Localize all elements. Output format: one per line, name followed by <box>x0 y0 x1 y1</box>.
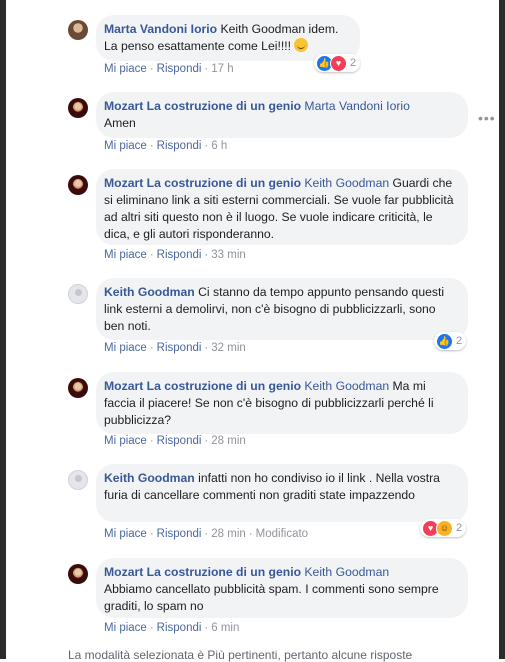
like-link[interactable]: Mi piace <box>104 140 147 152</box>
comment-actions: Mi piace · Rispondi · 33 min <box>104 249 246 261</box>
reply-link[interactable]: Rispondi <box>157 249 202 261</box>
mention-tag[interactable]: Keith Goodman <box>301 565 389 579</box>
comment-text: Abbiamo cancellato pubblicità spam. I co… <box>104 582 439 613</box>
comment-author[interactable]: Mozart La costruzione di un genio <box>104 99 301 113</box>
comment-actions: Mi piace · Rispondi · 32 min <box>104 342 246 354</box>
reply-link[interactable]: Rispondi <box>157 435 202 447</box>
comment-actions: Mi piace · Rispondi · 6 min <box>104 622 240 634</box>
avatar[interactable] <box>68 175 88 195</box>
comment-author[interactable]: Mozart La costruzione di un genio <box>104 565 301 579</box>
reactions-count: 2 <box>350 57 357 69</box>
like-link[interactable]: Mi piace <box>104 622 147 634</box>
comment-author[interactable]: Marta Vandoni Iorio <box>104 22 217 36</box>
edited-label[interactable]: Modificato <box>256 528 308 540</box>
comment-bubble: Keith Goodman infatti non ho condiviso i… <box>96 464 468 522</box>
timestamp[interactable]: 17 h <box>211 63 233 75</box>
comment-actions: Mi piace · Rispondi · 28 min · Modificato <box>104 528 309 540</box>
timestamp[interactable]: 6 h <box>211 140 227 152</box>
comment-author[interactable]: Mozart La costruzione di un genio <box>104 379 301 393</box>
reply-link[interactable]: Rispondi <box>157 622 202 634</box>
like-link[interactable]: Mi piace <box>104 435 147 447</box>
reactions-count: 2 <box>456 522 463 534</box>
comment-bubble: Mozart La costruzione di un genio Keith … <box>96 372 468 434</box>
mention-tag[interactable]: Keith Goodman <box>301 176 389 190</box>
reactions-badge[interactable]: 👍 2 <box>434 332 467 350</box>
timestamp[interactable]: 6 min <box>211 622 239 634</box>
reply-link[interactable]: Rispondi <box>157 140 202 152</box>
comment-author[interactable]: Keith Goodman <box>104 471 195 485</box>
avatar[interactable] <box>68 284 88 304</box>
comment-bubble: Mozart La costruzione di un genio Keith … <box>96 169 468 245</box>
reactions-badge[interactable]: ♥ ☺ 2 <box>420 519 467 537</box>
timestamp[interactable]: 28 min <box>211 435 246 447</box>
comment-bubble: Mozart La costruzione di un genio Keith … <box>96 558 468 618</box>
mention-tag[interactable]: Keith Goodman <box>301 379 389 393</box>
timestamp[interactable]: 28 min <box>211 528 246 540</box>
avatar[interactable] <box>68 470 88 490</box>
comment-author[interactable]: Mozart La costruzione di un genio <box>104 176 301 190</box>
reply-link[interactable]: Rispondi <box>157 63 202 75</box>
reply-link[interactable]: Rispondi <box>157 342 202 354</box>
like-link[interactable]: Mi piace <box>104 528 147 540</box>
more-options-icon[interactable]: ••• <box>478 110 496 126</box>
timestamp[interactable]: 32 min <box>211 342 246 354</box>
like-icon: 👍 <box>436 332 453 350</box>
avatar[interactable] <box>68 98 88 118</box>
window-edge-left <box>0 0 6 659</box>
like-link[interactable]: Mi piace <box>104 342 147 354</box>
comment-bubble: Keith Goodman Ci stanno da tempo appunto… <box>96 278 468 340</box>
comment-text: Amen <box>104 116 136 130</box>
like-link[interactable]: Mi piace <box>104 249 147 261</box>
timestamp[interactable]: 33 min <box>211 249 246 261</box>
love-icon: ♥ <box>330 54 347 72</box>
comment-actions: Mi piace · Rispondi · 17 h <box>104 63 234 75</box>
mention-tag[interactable]: Marta Vandoni Iorio <box>301 99 409 113</box>
smile-emoji-icon <box>294 38 309 52</box>
comment-bubble: Mozart La costruzione di un genio Marta … <box>96 92 468 138</box>
comment-actions: Mi piace · Rispondi · 6 h <box>104 140 228 152</box>
window-edge-right <box>499 0 505 659</box>
avatar[interactable] <box>68 378 88 398</box>
comment-author[interactable]: Keith Goodman <box>104 285 195 299</box>
avatar[interactable] <box>68 20 88 40</box>
avatar[interactable] <box>68 564 88 584</box>
like-link[interactable]: Mi piace <box>104 63 147 75</box>
comment-actions: Mi piace · Rispondi · 28 min <box>104 435 246 447</box>
reply-link[interactable]: Rispondi <box>157 528 202 540</box>
sort-notice: La modalità selezionata è Più pertinenti… <box>68 648 413 662</box>
reactions-count: 2 <box>456 335 463 347</box>
haha-icon: ☺ <box>436 519 453 537</box>
reactions-badge[interactable]: 👍 ♥ 2 <box>314 54 361 72</box>
